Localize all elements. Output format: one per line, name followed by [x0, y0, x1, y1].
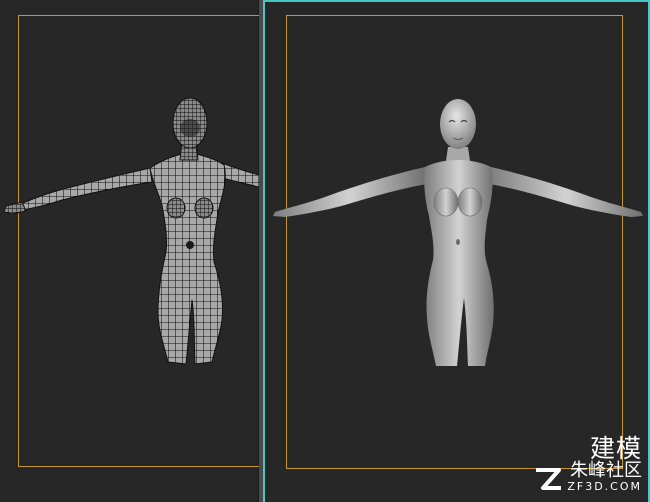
watermark: 建模 朱峰社区 ZF3D.COM [533, 436, 642, 492]
wireframe-body [3, 97, 259, 365]
zf-logo-icon [536, 468, 562, 490]
viewport-left-wireframe[interactable] [0, 0, 259, 502]
modeling-app: 建模 朱峰社区 ZF3D.COM [0, 0, 650, 502]
shaded-figure[interactable] [265, 2, 648, 502]
watermark-subtitle: 朱峰社区 [570, 460, 642, 481]
shaded-body [273, 99, 643, 366]
watermark-url: ZF3D.COM [567, 480, 642, 493]
watermark-title: 建模 [589, 434, 642, 463]
viewport-right-shaded[interactable]: 建模 朱峰社区 ZF3D.COM [263, 0, 650, 502]
wireframe-figure[interactable] [0, 0, 259, 502]
